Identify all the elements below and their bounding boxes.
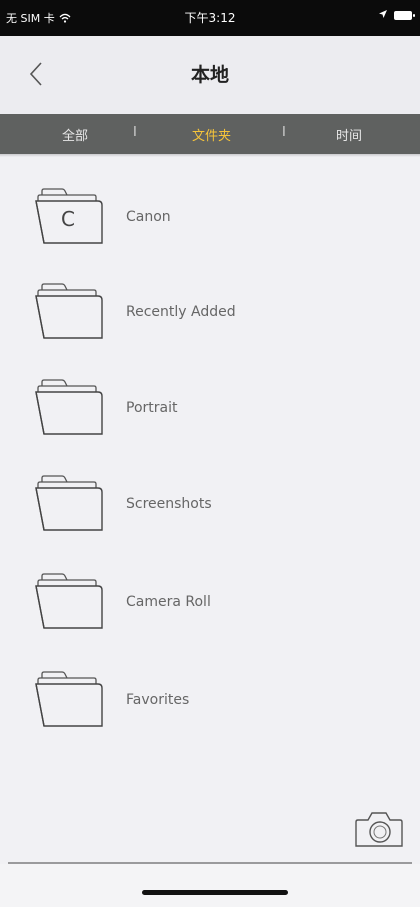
tab-separator: I — [133, 125, 137, 140]
camera-icon — [355, 812, 403, 847]
tab-folders[interactable]: 文件夹 — [192, 125, 231, 144]
folder-name: Favorites — [126, 692, 190, 708]
folder-item-recently-added[interactable]: Recently Added — [0, 268, 330, 348]
status-bar: 无 SIM 卡 下午3:12 — [0, 0, 420, 36]
folder-item-portrait[interactable]: Portrait — [0, 364, 330, 444]
filter-shadow — [0, 154, 420, 157]
tab-time[interactable]: 时间 — [336, 125, 362, 144]
folder-name: Recently Added — [126, 304, 236, 320]
folder-item-screenshots[interactable]: Screenshots — [0, 460, 330, 540]
navigation-bar: 本地 — [0, 36, 420, 114]
folder-name: Screenshots — [126, 496, 212, 512]
camera-button[interactable] — [354, 808, 404, 850]
folder-icon — [35, 671, 103, 727]
status-right — [378, 9, 415, 22]
battery-icon — [394, 11, 415, 20]
app-screen: 无 SIM 卡 下午3:12 本地 全部 I 文件夹 I 时间 C Canon … — [0, 0, 420, 907]
folder-name: Portrait — [126, 400, 178, 416]
tab-separator: I — [282, 125, 286, 140]
folder-item-camera-roll[interactable]: Camera Roll — [0, 558, 330, 638]
home-indicator — [142, 890, 288, 895]
folder-icon — [35, 283, 103, 339]
location-arrow-icon — [378, 9, 388, 22]
filter-tab-bar: 全部 I 文件夹 I 时间 — [0, 114, 420, 154]
folder-name: Camera Roll — [126, 594, 211, 610]
folder-icon — [35, 475, 103, 531]
folder-item-canon[interactable]: C Canon — [0, 173, 330, 253]
folder-letter: C — [61, 207, 75, 231]
status-time: 下午3:12 — [184, 11, 236, 25]
folder-icon — [35, 573, 103, 629]
page-title: 本地 — [190, 64, 229, 86]
folder-item-favorites[interactable]: Favorites — [0, 656, 330, 736]
bottom-area — [0, 864, 420, 907]
folder-name: Canon — [126, 209, 171, 225]
tab-all[interactable]: 全部 — [62, 125, 88, 144]
folder-icon — [35, 379, 103, 435]
